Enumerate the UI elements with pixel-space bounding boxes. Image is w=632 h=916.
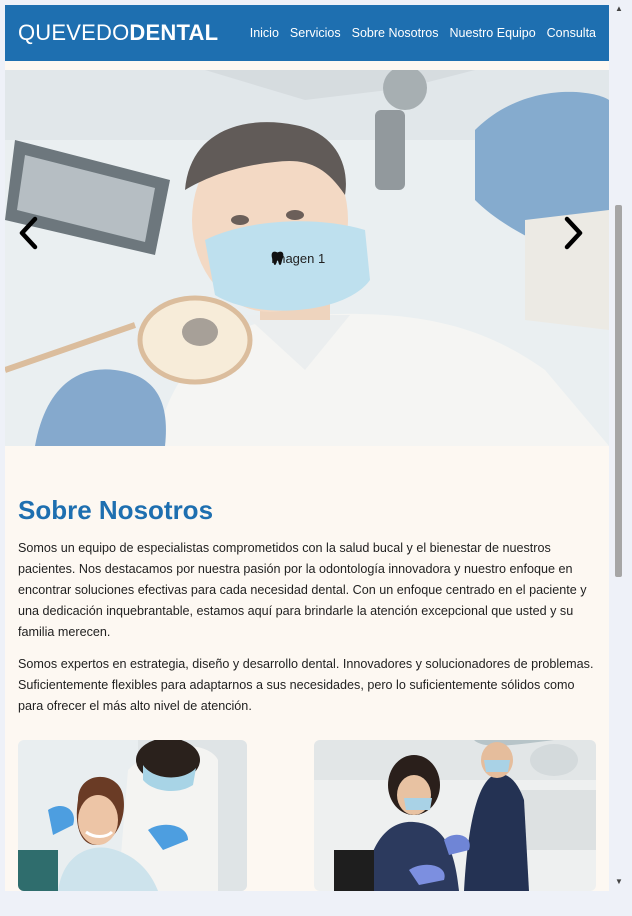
about-photo-team (314, 740, 596, 891)
brand-light-text: QUEVEDO (18, 20, 130, 45)
about-photo-patient (18, 740, 247, 891)
page-scrollbar[interactable]: ▲ ▼ (609, 0, 632, 891)
about-title: Sobre Nosotros (18, 495, 214, 525)
nav-links: Inicio Servicios Sobre Nosotros Nuestro … (239, 26, 596, 40)
brand-logo[interactable]: QUEVEDODENTAL (18, 20, 218, 46)
carousel-prev-button[interactable] (17, 216, 51, 256)
nav-link-inicio[interactable]: Inicio (250, 26, 279, 40)
scroll-up-arrow-icon[interactable]: ▲ (615, 4, 623, 13)
tooth-icon (271, 251, 284, 265)
scrollbar-thumb[interactable] (615, 205, 622, 577)
brand-bold-text: DENTAL (129, 20, 219, 45)
navbar: QUEVEDODENTAL Inicio Servicios Sobre Nos… (5, 5, 609, 61)
carousel-next-button[interactable] (563, 216, 597, 256)
nav-link-sobre-nosotros[interactable]: Sobre Nosotros (352, 26, 439, 40)
nav-link-servicios[interactable]: Servicios (290, 26, 341, 40)
scroll-down-arrow-icon[interactable]: ▼ (615, 877, 623, 886)
nav-link-nuestro-equipo[interactable]: Nuestro Equipo (449, 26, 535, 40)
carousel-caption: Imagen 1 (271, 251, 325, 266)
nav-link-consulta[interactable]: Consulta (547, 26, 596, 40)
hero-carousel: Imagen 1 (5, 70, 609, 446)
about-paragraph-2: Somos expertos en estrategia, diseño y d… (18, 657, 594, 713)
page-viewport: QUEVEDODENTAL Inicio Servicios Sobre Nos… (5, 5, 609, 891)
chevron-right-icon (564, 216, 583, 250)
about-paragraph-1: Somos un equipo de especialistas comprom… (18, 541, 587, 639)
chevron-left-icon (19, 216, 38, 250)
